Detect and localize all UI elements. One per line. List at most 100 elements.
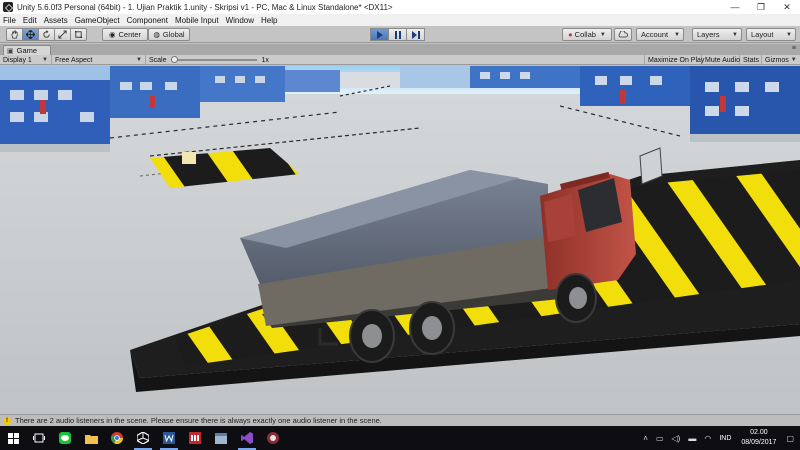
chrome-icon	[111, 432, 123, 444]
clock-date: 08/09/2017	[741, 439, 777, 446]
unity-logo-icon	[3, 2, 13, 12]
notifications-icon[interactable]: ▢	[786, 434, 794, 443]
scale-slider-handle[interactable]	[170, 56, 178, 63]
menu-window[interactable]: Window	[226, 16, 254, 25]
scale-icon	[58, 30, 67, 39]
collab-button[interactable]: ● Collab ▼	[562, 28, 612, 41]
close-button[interactable]: ✕	[774, 0, 800, 14]
rect-tool-button[interactable]	[70, 28, 87, 41]
gizmos-dropdown[interactable]: Gizmos ▼	[762, 55, 800, 65]
gamepad-icon: ▣	[7, 47, 14, 55]
menu-mobile-input[interactable]: Mobile Input	[175, 16, 219, 25]
window-app-icon	[215, 432, 227, 444]
window-controls: — ❐ ✕	[722, 0, 800, 14]
account-dropdown[interactable]: Account ▼	[636, 28, 684, 41]
menu-bar: File Edit Assets GameObject Component Mo…	[0, 14, 800, 26]
network-icon[interactable]: ▭	[656, 434, 664, 443]
chevron-down-icon: ▼	[136, 57, 142, 63]
pivot-mode-button[interactable]: ◉ Center	[102, 28, 148, 41]
step-button[interactable]	[406, 28, 425, 41]
cloud-icon	[618, 31, 628, 38]
menu-assets[interactable]: Assets	[44, 16, 68, 25]
scale-tool-button[interactable]	[54, 28, 71, 41]
folder-icon	[84, 434, 98, 444]
space-mode-button[interactable]: ◍ Global	[148, 28, 190, 41]
scale-slider[interactable]	[170, 56, 257, 63]
game-view-toolbar: Display 1 ▼ Free Aspect ▼ Scale 1x Maxim…	[0, 55, 800, 65]
taskbar-app-windows[interactable]	[208, 426, 234, 450]
maximize-button[interactable]: ❐	[748, 0, 774, 14]
stats-toggle[interactable]: Stats	[740, 55, 762, 65]
menu-edit[interactable]: Edit	[23, 16, 37, 25]
language-indicator[interactable]: IND	[719, 435, 731, 442]
playback-controls	[370, 28, 425, 41]
task-view-icon	[33, 433, 45, 443]
volume-icon[interactable]: ◁)	[672, 434, 681, 443]
task-view-button[interactable]	[26, 426, 52, 450]
rotate-icon	[43, 30, 50, 38]
minimize-button[interactable]: —	[722, 0, 748, 14]
tab-strip: ▣ Game ≡	[0, 44, 800, 55]
scale-value: 1x	[261, 56, 269, 64]
collab-label: Collab	[574, 30, 596, 39]
globe-icon: ◍	[153, 30, 160, 39]
layout-label: Layout	[751, 30, 774, 39]
mute-audio-toggle[interactable]: Mute Audio	[702, 55, 740, 65]
cloud-button[interactable]	[614, 28, 632, 41]
move-tool-button[interactable]	[22, 28, 39, 41]
start-button[interactable]	[0, 426, 26, 450]
game-scene	[0, 66, 800, 414]
word-icon	[163, 432, 175, 444]
clock[interactable]: 02.00 08/09/2017	[741, 428, 776, 448]
maximize-on-play-toggle[interactable]: Maximize On Play	[644, 55, 705, 65]
taskbar-unity[interactable]	[130, 426, 156, 450]
maximize-on-play-label: Maximize On Play	[648, 56, 705, 64]
taskbar-word[interactable]	[156, 426, 182, 450]
window-titlebar: Unity 5.6.0f3 Personal (64bit) - 1. Ujia…	[0, 0, 800, 14]
play-icon	[376, 30, 383, 39]
step-icon	[411, 30, 420, 39]
pause-button[interactable]	[388, 28, 407, 41]
taskbar-app-media[interactable]	[260, 426, 286, 450]
line-app-icon	[59, 432, 71, 444]
system-tray: ˄ ▭ ◁) ▬ ◠ IND 02.00 08/09/2017 ▢	[639, 426, 800, 450]
chevron-down-icon: ▼	[786, 31, 792, 38]
aspect-dropdown[interactable]: Free Aspect ▼	[52, 55, 146, 65]
hand-tool-button[interactable]	[6, 28, 23, 41]
chevron-down-icon: ▼	[790, 57, 797, 63]
stats-label: Stats	[743, 56, 759, 64]
chevron-down-icon: ▼	[42, 57, 48, 63]
main-toolbar: ◉ Center ◍ Global ● Collab ▼ Account ▼ L…	[0, 26, 800, 43]
hand-icon	[11, 30, 18, 39]
warning-icon: !	[3, 416, 11, 425]
tab-menu-icon[interactable]: ≡	[792, 45, 796, 52]
console-status-bar[interactable]: ! There are 2 audio listeners in the sce…	[0, 414, 800, 426]
media-app-icon	[267, 432, 279, 444]
menu-file[interactable]: File	[3, 16, 16, 25]
menu-component[interactable]: Component	[127, 16, 168, 25]
clock-time: 02.00	[750, 429, 768, 436]
rotate-tool-button[interactable]	[38, 28, 55, 41]
taskbar-line[interactable]	[52, 426, 78, 450]
taskbar-chrome[interactable]	[104, 426, 130, 450]
layers-dropdown[interactable]: Layers ▼	[692, 28, 742, 41]
layout-dropdown[interactable]: Layout ▼	[746, 28, 796, 41]
menu-gameobject[interactable]: GameObject	[75, 16, 120, 25]
chevron-up-icon[interactable]: ˄	[643, 434, 648, 443]
game-viewport[interactable]	[0, 66, 800, 414]
taskbar-visual-studio[interactable]	[234, 426, 260, 450]
mute-audio-label: Mute Audio	[705, 56, 741, 64]
menu-help[interactable]: Help	[261, 16, 277, 25]
taskbar-app-red[interactable]	[182, 426, 208, 450]
display-dropdown[interactable]: Display 1 ▼	[0, 55, 52, 65]
pause-icon	[394, 30, 401, 39]
tab-game[interactable]: ▣ Game	[3, 45, 51, 55]
wifi-icon[interactable]: ◠	[704, 434, 711, 443]
taskbar-file-explorer[interactable]	[78, 426, 104, 450]
scale-control: Scale 1x	[146, 55, 276, 65]
grid-app-icon	[189, 432, 201, 444]
play-button[interactable]	[370, 28, 389, 41]
chevron-down-icon: ▼	[599, 31, 606, 38]
console-message: There are 2 audio listeners in the scene…	[15, 416, 382, 425]
battery-icon[interactable]: ▬	[688, 434, 696, 443]
